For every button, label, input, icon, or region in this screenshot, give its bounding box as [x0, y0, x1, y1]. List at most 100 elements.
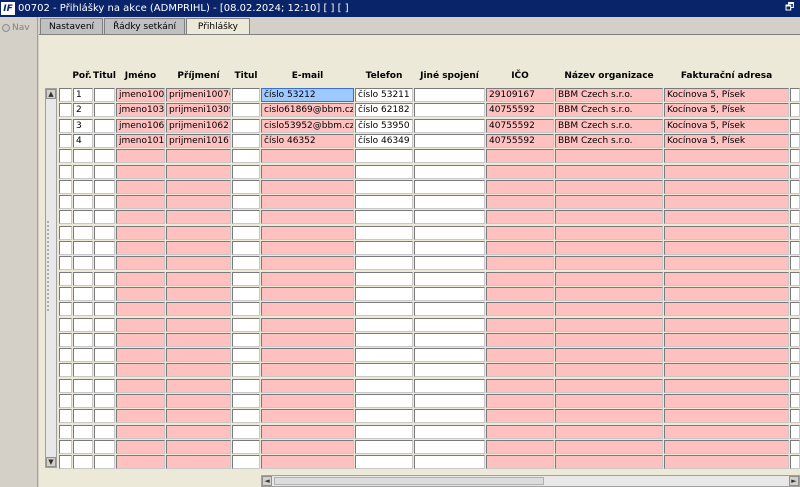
cell-telefon[interactable] — [355, 271, 413, 286]
table-row[interactable] — [39, 179, 800, 195]
cell-nazev[interactable] — [555, 210, 663, 225]
cell-prijmeni[interactable] — [166, 424, 231, 439]
cell-titul1[interactable] — [94, 455, 115, 470]
cell-jmeno[interactable] — [116, 317, 165, 332]
cell-adresa[interactable] — [664, 455, 789, 470]
cell-por[interactable] — [73, 302, 93, 317]
cell-nazev[interactable] — [555, 286, 663, 301]
cell-ico[interactable] — [486, 210, 554, 225]
cell-prijmeni[interactable] — [166, 286, 231, 301]
row-selector[interactable] — [59, 394, 72, 408]
table-row[interactable] — [39, 394, 800, 409]
cell-jine[interactable] — [414, 439, 485, 454]
cell-extra[interactable] — [790, 133, 800, 148]
cell-email[interactable] — [261, 409, 354, 424]
cell-jmeno[interactable] — [116, 179, 165, 194]
cell-email[interactable]: cislo53952@bbm.cz — [261, 118, 354, 133]
cell-titul1[interactable] — [94, 103, 115, 118]
cell-nazev[interactable] — [555, 378, 663, 393]
cell-email[interactable]: cislo61869@bbm.cz — [261, 103, 354, 118]
cell-prijmeni[interactable]: prijmeni10309 — [166, 103, 231, 118]
row-selector[interactable] — [59, 455, 72, 470]
cell-telefon[interactable] — [355, 225, 413, 240]
cell-jine[interactable] — [414, 409, 485, 424]
cell-telefon[interactable] — [355, 286, 413, 301]
cell-prijmeni[interactable] — [166, 317, 231, 332]
table-row[interactable] — [39, 149, 800, 164]
tab-nastaveni[interactable]: Nastavení — [40, 18, 104, 34]
cell-adresa[interactable] — [664, 210, 789, 225]
cell-nazev[interactable] — [555, 455, 663, 470]
cell-por[interactable] — [73, 164, 93, 179]
cell-jmeno[interactable] — [116, 210, 165, 225]
cell-email[interactable] — [261, 317, 354, 332]
row-selector[interactable] — [59, 164, 72, 179]
cell-por[interactable] — [73, 286, 93, 301]
cell-extra[interactable] — [790, 348, 800, 363]
cell-adresa[interactable] — [664, 394, 789, 408]
cell-telefon[interactable] — [355, 317, 413, 332]
cell-adresa[interactable]: Kocínova 5, Písek — [664, 103, 789, 118]
cell-ico[interactable] — [486, 164, 554, 179]
cell-titul1[interactable] — [94, 256, 115, 271]
cell-extra[interactable] — [790, 118, 800, 133]
cell-jine[interactable] — [414, 103, 485, 118]
cell-jmeno[interactable]: jmeno10309 — [116, 103, 165, 118]
cell-email[interactable] — [261, 195, 354, 210]
cell-titul2[interactable] — [232, 317, 260, 332]
cell-titul2[interactable] — [232, 271, 260, 286]
cell-nazev[interactable]: BBM Czech s.r.o. — [555, 133, 663, 148]
cell-adresa[interactable] — [664, 271, 789, 286]
cell-ico[interactable] — [486, 302, 554, 317]
cell-nazev[interactable] — [555, 256, 663, 271]
cell-telefon[interactable] — [355, 195, 413, 210]
scroll-right-icon[interactable]: ► — [789, 476, 799, 486]
cell-telefon[interactable]: číslo 46349 — [355, 133, 413, 148]
cell-ico[interactable] — [486, 271, 554, 286]
cell-nazev[interactable] — [555, 332, 663, 347]
table-row[interactable] — [39, 225, 800, 241]
cell-por[interactable] — [73, 271, 93, 286]
cell-extra[interactable] — [790, 88, 800, 102]
cell-jmeno[interactable] — [116, 348, 165, 363]
cell-jmeno[interactable] — [116, 271, 165, 286]
cell-por[interactable] — [73, 210, 93, 225]
cell-prijmeni[interactable] — [166, 225, 231, 240]
cell-jine[interactable] — [414, 225, 485, 240]
table-row[interactable] — [39, 424, 800, 440]
cell-titul1[interactable] — [94, 332, 115, 347]
cell-telefon[interactable] — [355, 302, 413, 317]
cell-email[interactable] — [261, 424, 354, 439]
cell-titul1[interactable] — [94, 363, 115, 378]
cell-por[interactable]: 1 — [73, 88, 93, 102]
cell-jmeno[interactable] — [116, 302, 165, 317]
cell-ico[interactable] — [486, 256, 554, 271]
cell-por[interactable]: 4 — [73, 133, 93, 148]
cell-titul2[interactable] — [232, 118, 260, 133]
table-row[interactable] — [39, 210, 800, 225]
cell-jmeno[interactable] — [116, 439, 165, 454]
cell-nazev[interactable] — [555, 241, 663, 255]
cell-email[interactable] — [261, 439, 354, 454]
cell-titul2[interactable] — [232, 378, 260, 393]
cell-extra[interactable] — [790, 394, 800, 408]
cell-jmeno[interactable] — [116, 424, 165, 439]
cell-prijmeni[interactable] — [166, 271, 231, 286]
cell-titul1[interactable] — [94, 317, 115, 332]
cell-jine[interactable] — [414, 363, 485, 378]
cell-extra[interactable] — [790, 286, 800, 301]
cell-extra[interactable] — [790, 424, 800, 439]
cell-telefon[interactable] — [355, 348, 413, 363]
cell-prijmeni[interactable] — [166, 363, 231, 378]
cell-email[interactable] — [261, 164, 354, 179]
table-row[interactable] — [39, 348, 800, 363]
nav-toggle[interactable]: Nav — [2, 23, 30, 33]
cell-jine[interactable] — [414, 394, 485, 408]
cell-email[interactable] — [261, 271, 354, 286]
row-selector[interactable] — [59, 210, 72, 225]
cell-email[interactable] — [261, 455, 354, 470]
cell-prijmeni[interactable] — [166, 210, 231, 225]
cell-titul2[interactable] — [232, 363, 260, 378]
cell-jmeno[interactable] — [116, 394, 165, 408]
table-row[interactable] — [39, 363, 800, 378]
